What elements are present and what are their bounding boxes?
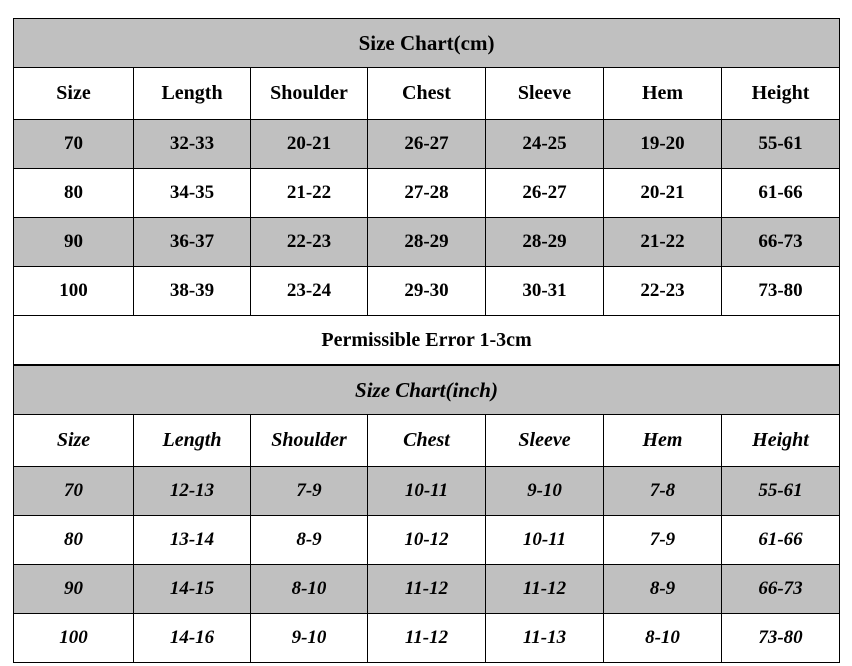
cm-cell-height: 61-66: [720, 168, 841, 218]
inch-cell-hem: 8-10: [603, 613, 722, 663]
cm-cell-hem: 22-23: [603, 266, 722, 316]
cm-column-header-chest: Chest: [367, 67, 486, 120]
cm-title-row: Size Chart(cm): [12, 18, 841, 68]
inch-cell-chest: 10-12: [367, 515, 486, 565]
cm-column-header-height: Height: [720, 67, 841, 120]
cm-cell-hem: 19-20: [603, 119, 722, 169]
inch-cell-shoulder: 9-10: [250, 613, 368, 663]
inch-cell-hem: 7-8: [603, 466, 722, 516]
cm-chart-title: Size Chart(cm): [12, 18, 841, 68]
inch-cell-hem: 8-9: [603, 564, 722, 614]
cm-cell-chest: 26-27: [367, 119, 486, 169]
table-row: 90 14-15 8-10 11-12 11-12 8-9 66-73: [13, 564, 841, 614]
inch-cell-length: 14-15: [133, 564, 251, 614]
cm-cell-shoulder: 20-21: [250, 119, 368, 169]
cm-column-header-shoulder: Shoulder: [250, 67, 368, 120]
cm-cell-shoulder: 21-22: [250, 168, 368, 218]
inch-cell-shoulder: 8-9: [250, 515, 368, 565]
cm-cell-length: 36-37: [133, 217, 251, 267]
cm-cell-length: 32-33: [133, 119, 251, 169]
cm-cell-size: 90: [13, 217, 134, 267]
cm-cell-sleeve: 30-31: [485, 266, 604, 316]
permissible-error-row: Permissible Error 1-3cm: [12, 315, 841, 365]
cm-header-row: Size Length Shoulder Chest Sleeve Hem He…: [13, 67, 841, 120]
cm-cell-size: 100: [13, 266, 134, 316]
cm-cell-size: 80: [13, 168, 134, 218]
inch-cell-height: 61-66: [720, 515, 841, 565]
inch-column-header-chest: Chest: [367, 414, 486, 467]
permissible-error-note: Permissible Error 1-3cm: [12, 315, 841, 365]
inch-column-header-height: Height: [720, 414, 841, 467]
inch-cell-sleeve: 11-13: [485, 613, 604, 663]
inch-cell-height: 73-80: [720, 613, 841, 663]
cm-cell-shoulder: 23-24: [250, 266, 368, 316]
inch-cell-size: 90: [13, 564, 134, 614]
inch-cell-chest: 11-12: [367, 613, 486, 663]
inch-cell-height: 66-73: [720, 564, 841, 614]
cm-cell-hem: 21-22: [603, 217, 722, 267]
inch-cell-chest: 10-11: [367, 466, 486, 516]
cm-column-header-hem: Hem: [603, 67, 722, 120]
cm-cell-height: 66-73: [720, 217, 841, 267]
inch-cell-length: 12-13: [133, 466, 251, 516]
cm-cell-height: 55-61: [720, 119, 841, 169]
inch-cell-sleeve: 9-10: [485, 466, 604, 516]
inch-column-header-length: Length: [133, 414, 251, 467]
inch-cell-sleeve: 11-12: [485, 564, 604, 614]
inch-column-header-size: Size: [13, 414, 134, 467]
size-chart-page: Size Chart(cm) Size Length Shoulder Ches…: [0, 0, 852, 666]
table-row: 70 12-13 7-9 10-11 9-10 7-8 55-61: [13, 466, 841, 516]
table-row: 80 34-35 21-22 27-28 26-27 20-21 61-66: [13, 168, 841, 218]
cm-cell-sleeve: 26-27: [485, 168, 604, 218]
cm-cell-sleeve: 28-29: [485, 217, 604, 267]
inch-cell-size: 70: [13, 466, 134, 516]
cm-column-header-sleeve: Sleeve: [485, 67, 604, 120]
inch-chart-title: Size Chart(inch): [12, 365, 841, 415]
cm-cell-chest: 28-29: [367, 217, 486, 267]
cm-column-header-length: Length: [133, 67, 251, 120]
inch-header-row: Size Length Shoulder Chest Sleeve Hem He…: [13, 414, 841, 467]
cm-cell-height: 73-80: [720, 266, 841, 316]
inch-column-header-sleeve: Sleeve: [485, 414, 604, 467]
inch-column-header-shoulder: Shoulder: [250, 414, 368, 467]
cm-column-header-size: Size: [13, 67, 134, 120]
inch-cell-hem: 7-9: [603, 515, 722, 565]
cm-cell-hem: 20-21: [603, 168, 722, 218]
inch-cell-size: 100: [13, 613, 134, 663]
cm-cell-length: 38-39: [133, 266, 251, 316]
inch-cell-chest: 11-12: [367, 564, 486, 614]
cm-cell-chest: 29-30: [367, 266, 486, 316]
size-chart-inch-table: Size Chart(inch) Size Length Shoulder Ch…: [12, 365, 841, 663]
size-chart-cm-table: Size Chart(cm) Size Length Shoulder Ches…: [12, 18, 841, 365]
inch-cell-shoulder: 7-9: [250, 466, 368, 516]
cm-cell-shoulder: 22-23: [250, 217, 368, 267]
table-row: 100 38-39 23-24 29-30 30-31 22-23 73-80: [13, 266, 841, 316]
inch-title-row: Size Chart(inch): [12, 365, 841, 415]
inch-cell-height: 55-61: [720, 466, 841, 516]
table-row: 90 36-37 22-23 28-29 28-29 21-22 66-73: [13, 217, 841, 267]
cm-cell-sleeve: 24-25: [485, 119, 604, 169]
inch-column-header-hem: Hem: [603, 414, 722, 467]
table-row: 70 32-33 20-21 26-27 24-25 19-20 55-61: [13, 119, 841, 169]
inch-cell-size: 80: [13, 515, 134, 565]
inch-cell-length: 13-14: [133, 515, 251, 565]
size-chart-container: Size Chart(cm) Size Length Shoulder Ches…: [12, 18, 841, 663]
table-row: 80 13-14 8-9 10-12 10-11 7-9 61-66: [13, 515, 841, 565]
cm-cell-chest: 27-28: [367, 168, 486, 218]
cm-cell-length: 34-35: [133, 168, 251, 218]
cm-cell-size: 70: [13, 119, 134, 169]
inch-cell-shoulder: 8-10: [250, 564, 368, 614]
inch-cell-length: 14-16: [133, 613, 251, 663]
inch-cell-sleeve: 10-11: [485, 515, 604, 565]
table-row: 100 14-16 9-10 11-12 11-13 8-10 73-80: [13, 613, 841, 663]
